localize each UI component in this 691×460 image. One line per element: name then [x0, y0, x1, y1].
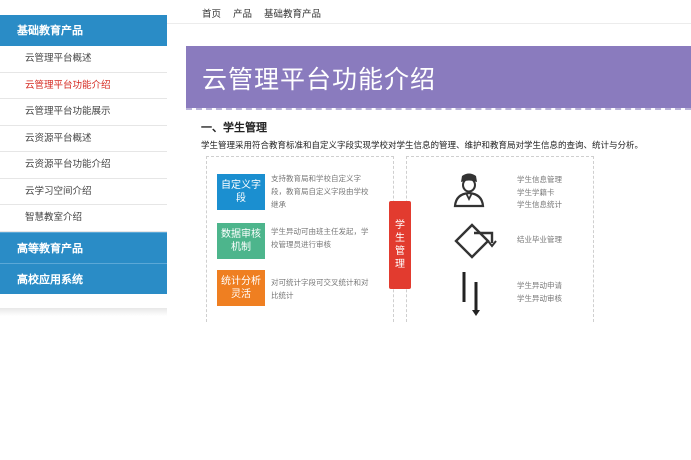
feature-flexible-stats-desc: 对可统计字段可交叉统计和对比统计 [271, 278, 369, 300]
section-title: 一、学生管理 [201, 121, 267, 134]
sidebar-group-university-apps[interactable]: 高校应用系统 [0, 262, 167, 294]
list-item: 学生异动审核 [517, 293, 562, 303]
section-description: 学生管理采用符合教育标准和自定义字段实现学校对学生信息的管理、维护和教育局对学生… [201, 141, 644, 151]
sidebar-item-smart-classroom[interactable]: 智慧教室介绍 [0, 205, 167, 232]
diamond-arrow-icon [452, 221, 500, 265]
feature-custom-fields: 自定义字段 [217, 174, 265, 210]
sidebar-item-cloud-resource-overview[interactable]: 云资源平台概述 [0, 125, 167, 152]
sidebar-item-cloud-mgmt-overview[interactable]: 云管理平台概述 [0, 46, 167, 73]
page-title: 云管理平台功能介绍 [202, 65, 437, 94]
student-management-tag: 学生管理 [389, 201, 411, 289]
breadcrumb: 首页 产品 基础教育产品 [202, 6, 333, 20]
page-banner: 云管理平台功能介绍 [186, 46, 691, 108]
feature-panel: 自定义字段 支持教育局和学校自定义字段，教育局自定义字段由学校继承 数据审核机制… [206, 156, 394, 322]
sidebar-item-cloud-mgmt-demo[interactable]: 云管理平台功能展示 [0, 99, 167, 126]
list-item: 学生学籍卡 [517, 187, 555, 197]
sidebar-shadow [0, 307, 167, 316]
feature-review-mechanism: 数据审核机制 [217, 223, 265, 259]
breadcrumb-basic-education[interactable]: 基础教育产品 [264, 6, 321, 20]
graduation-list: 结业毕业管理 [517, 234, 562, 247]
breadcrumb-products[interactable]: 产品 [233, 6, 252, 20]
feature-flexible-stats: 统计分析灵活 [217, 270, 265, 306]
list-item: 结业毕业管理 [517, 235, 562, 244]
sidebar-header-basic-education[interactable]: 基础教育产品 [0, 15, 167, 46]
transfer-list: 学生异动申请 学生异动审核 [517, 280, 562, 305]
list-item: 学生信息统计 [517, 200, 562, 209]
list-item: 学生异动申请 [517, 281, 562, 290]
sidebar-group-higher-education[interactable]: 高等教育产品 [0, 231, 167, 263]
breadcrumb-home[interactable]: 首页 [202, 6, 221, 20]
sidebar-item-cloud-resource-features[interactable]: 云资源平台功能介绍 [0, 152, 167, 179]
banner-divider [186, 108, 691, 110]
sidebar-item-cloud-mgmt-features[interactable]: 云管理平台功能介绍 [0, 72, 167, 99]
student-icon [452, 172, 486, 212]
list-item: 学生信息管理 [517, 175, 562, 184]
header-divider [167, 23, 691, 24]
student-info-list: 学生信息管理 学生学籍卡 学生信息统计 [517, 174, 562, 212]
feature-custom-fields-desc: 支持教育局和学校自定义字段，教育局自定义字段由学校继承 [271, 174, 369, 209]
page: 首页 产品 基础教育产品 基础教育产品 云管理平台概述 云管理平台功能介绍 云管… [0, 0, 691, 460]
function-panel: 学生信息管理 学生学籍卡 学生信息统计 结业毕业管理 学生异动申请 学生异动审核 [406, 156, 594, 322]
sidebar: 基础教育产品 云管理平台概述 云管理平台功能介绍 云管理平台功能展示 云资源平台… [0, 15, 167, 316]
sidebar-item-cloud-learning-space[interactable]: 云学习空间介绍 [0, 178, 167, 205]
feature-review-mechanism-desc: 学生异动可由班主任发起，学校管理员进行审核 [271, 227, 369, 249]
transfer-arrows-icon [452, 272, 492, 324]
